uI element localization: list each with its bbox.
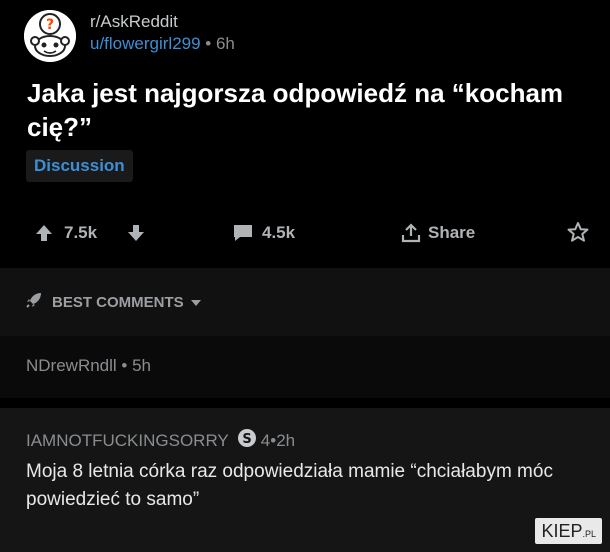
rocket-icon	[24, 290, 44, 314]
comment-body: Moja 8 letnia córka raz odpowiedziała ma…	[26, 461, 553, 510]
comment-author[interactable]: IAMNOTFUCKINGSORRY	[26, 431, 229, 451]
share-button[interactable]: Share	[400, 216, 475, 250]
downvote-button[interactable]	[126, 216, 146, 250]
comment-bubble-icon	[232, 223, 254, 243]
svg-text:S: S	[242, 432, 251, 447]
share-label: Share	[428, 223, 476, 242]
award-icon	[566, 221, 590, 245]
post-flair[interactable]: Discussion	[26, 150, 133, 182]
post-card: ? r/AskReddit u/flowergirl299 • 6h Jaka …	[0, 0, 610, 268]
sort-best-comments[interactable]: BEST COMMENTS	[24, 290, 202, 314]
upvote-button[interactable]: 7.5k	[34, 216, 97, 250]
upvote-count: 7.5k	[64, 223, 98, 242]
comment-meta: IAMNOTFUCKINGSORRY S 4 • 2h	[26, 428, 295, 453]
comment-age: 2h	[276, 430, 296, 450]
watermark-suffix: .PL	[582, 529, 596, 539]
award-count: 4	[260, 430, 271, 450]
comment-meta: NDrewRndll • 5h	[26, 356, 151, 376]
comment-item[interactable]: IAMNOTFUCKINGSORRY S 4 • 2h Moja 8 letni…	[0, 408, 610, 552]
svg-text:?: ?	[46, 17, 54, 33]
meta-separator: •	[116, 356, 133, 375]
subreddit-name[interactable]: r/AskReddit	[90, 12, 178, 32]
share-icon	[400, 222, 422, 244]
post-meta: u/flowergirl299 • 6h	[90, 34, 235, 54]
upvote-arrow-icon	[34, 223, 54, 243]
comment-item[interactable]: NDrewRndll • 5h	[0, 336, 610, 398]
watermark-main: KIEP	[541, 521, 583, 541]
chevron-down-icon	[190, 294, 202, 311]
post-actions: 7.5k 4.5k Share	[0, 216, 610, 250]
watermark-logo: KIEP.PL	[535, 518, 602, 544]
meta-separator: •	[200, 34, 216, 53]
comments-button[interactable]: 4.5k	[232, 216, 295, 250]
post-title[interactable]: Jaka jest najgorsza odpowiedź na “kocham…	[27, 76, 587, 144]
downvote-arrow-icon	[126, 223, 146, 243]
post-author[interactable]: u/flowergirl299	[90, 34, 201, 53]
subreddit-avatar-icon[interactable]: ?	[24, 10, 76, 62]
comment-author[interactable]: NDrewRndll	[26, 356, 117, 375]
award-button[interactable]	[566, 216, 590, 250]
comment-divider	[0, 398, 610, 408]
silver-award-icon: S	[237, 428, 257, 453]
comment-age: 5h	[132, 356, 152, 375]
comment-count: 4.5k	[262, 223, 296, 242]
post-age: 6h	[215, 34, 235, 53]
comments-sort-bar: BEST COMMENTS	[0, 268, 610, 336]
sort-label: BEST COMMENTS	[52, 293, 184, 311]
